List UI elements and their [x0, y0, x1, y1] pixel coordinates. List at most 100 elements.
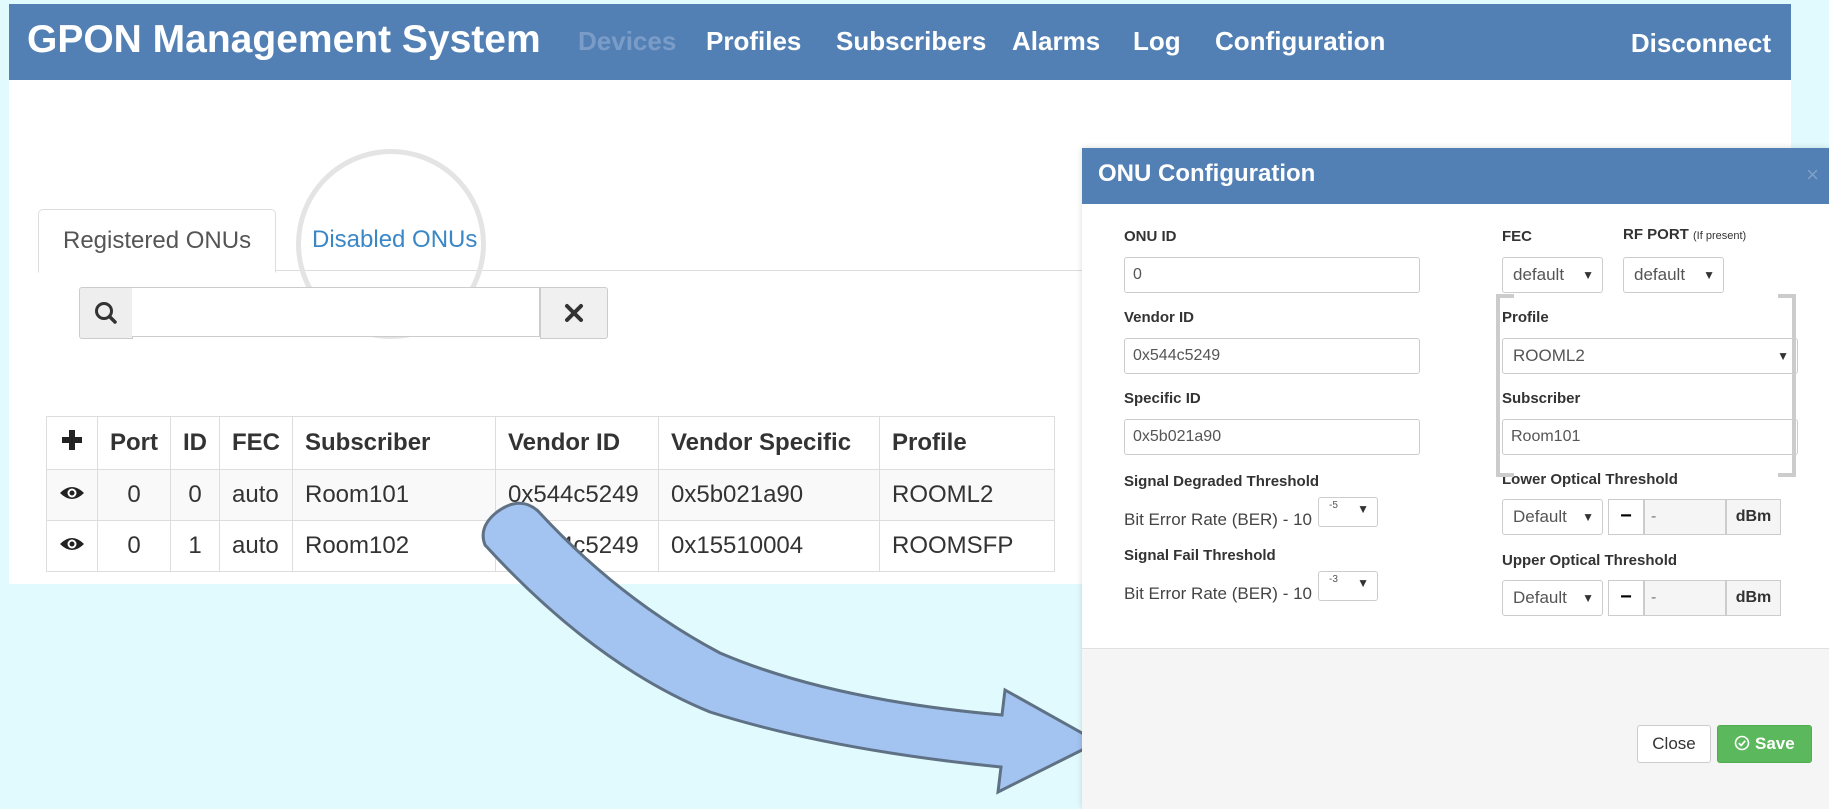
- cell-port: 0: [97, 520, 171, 572]
- onu-id-field[interactable]: 0: [1124, 257, 1420, 293]
- modal-footer: Close Save: [1082, 648, 1829, 809]
- rf-port-label: RF PORT (If present): [1623, 226, 1746, 243]
- sf-exponent-value: -3: [1329, 574, 1338, 585]
- sf-exponent-select[interactable]: -3 ▼: [1318, 571, 1378, 601]
- table-row[interactable]: 0 0 auto Room101 0x544c5249 0x5b021a90 R…: [46, 469, 1055, 521]
- plus-icon: [62, 429, 82, 450]
- cell-vendor-id: 0x544c5249: [495, 469, 659, 521]
- vendor-id-label: Vendor ID: [1124, 309, 1195, 326]
- add-onu-button[interactable]: [46, 416, 98, 470]
- table-header-row: Port ID FEC Subscriber Vendor ID Vendor …: [46, 416, 1055, 470]
- cell-fec: auto: [219, 520, 293, 572]
- eye-icon: [60, 538, 84, 550]
- table-row[interactable]: 0 1 auto Room102 0x544c5249 0x15510004 R…: [46, 520, 1055, 572]
- lower-mode-value: Default: [1513, 507, 1567, 526]
- search-input[interactable]: [132, 287, 540, 337]
- view-onu-button[interactable]: [46, 469, 98, 521]
- col-subscriber: Subscriber: [292, 416, 496, 470]
- sd-exponent-value: -5: [1329, 500, 1338, 511]
- nav-devices[interactable]: Devices: [578, 26, 676, 57]
- clear-search-button[interactable]: [540, 287, 608, 339]
- col-fec: FEC: [219, 416, 293, 470]
- cell-port: 0: [97, 469, 171, 521]
- cell-id: 0: [170, 469, 220, 521]
- specific-id-field[interactable]: 0x5b021a90: [1124, 419, 1420, 455]
- rf-port-hint: (If present): [1693, 230, 1747, 242]
- tab-registered-onus[interactable]: Registered ONUs: [38, 209, 277, 273]
- signal-fail-label: Signal Fail Threshold: [1124, 547, 1276, 564]
- rf-port-text: RF PORT: [1623, 226, 1689, 243]
- nav-alarms[interactable]: Alarms: [1012, 26, 1100, 57]
- search-group: [79, 287, 609, 339]
- onu-table: Port ID FEC Subscriber Vendor ID Vendor …: [46, 416, 1055, 572]
- col-id: ID: [170, 416, 220, 470]
- cell-id: 1: [170, 520, 220, 572]
- lower-mode-select[interactable]: Default ▼: [1502, 499, 1603, 535]
- disconnect-link[interactable]: Disconnect: [1631, 28, 1771, 59]
- upper-threshold-input[interactable]: -: [1644, 580, 1726, 616]
- col-profile: Profile: [879, 416, 1055, 470]
- save-button[interactable]: Save: [1717, 725, 1812, 763]
- chevron-down-icon: ▼: [1582, 268, 1594, 282]
- chevron-down-icon: ▼: [1357, 576, 1369, 590]
- col-vendor-id: Vendor ID: [495, 416, 659, 470]
- nav-log[interactable]: Log: [1133, 26, 1181, 57]
- profile-select[interactable]: ROOML2 ▼: [1502, 338, 1798, 374]
- modal-title: ONU Configuration: [1098, 160, 1316, 187]
- upper-mode-select[interactable]: Default ▼: [1502, 580, 1603, 616]
- profile-value: ROOML2: [1513, 346, 1585, 365]
- upper-minus-button[interactable]: −: [1608, 580, 1644, 616]
- upper-mode-value: Default: [1513, 588, 1567, 607]
- rf-port-select[interactable]: default ▼: [1623, 257, 1724, 293]
- sd-exponent-select[interactable]: -5 ▼: [1318, 497, 1378, 527]
- close-icon: [565, 304, 583, 322]
- specific-id-label: Specific ID: [1124, 390, 1201, 407]
- chevron-down-icon: ▼: [1703, 268, 1715, 282]
- signal-degraded-label: Signal Degraded Threshold: [1124, 473, 1320, 490]
- chevron-down-icon: ▼: [1582, 591, 1594, 605]
- eye-icon: [60, 487, 84, 499]
- sf-ber-text: Bit Error Rate (BER) - 10: [1124, 584, 1312, 603]
- chevron-down-icon: ▼: [1582, 510, 1594, 524]
- close-button[interactable]: Close: [1637, 725, 1711, 763]
- lower-threshold-input[interactable]: -: [1644, 499, 1726, 535]
- lower-minus-button[interactable]: −: [1608, 499, 1644, 535]
- brand-title: GPON Management System: [27, 18, 541, 61]
- search-addon: [79, 287, 133, 339]
- cell-vendor-id: 0x544c5249: [495, 520, 659, 572]
- fec-value: default: [1513, 265, 1565, 284]
- highlight-bracket-right: [1778, 294, 1796, 477]
- cell-subscriber: Room102: [292, 520, 496, 572]
- fec-select[interactable]: default ▼: [1502, 257, 1603, 293]
- cell-vendor-specific: 0x15510004: [658, 520, 880, 572]
- cell-profile: ROOMSFP: [879, 520, 1055, 572]
- nav-subscribers[interactable]: Subscribers: [836, 26, 986, 57]
- onu-configuration-modal: ONU Configuration × ONU ID 0 Vendor ID 0…: [1082, 148, 1829, 809]
- rf-port-value: default: [1634, 265, 1686, 284]
- upper-threshold-label: Upper Optical Threshold: [1502, 552, 1678, 569]
- onu-id-label: ONU ID: [1124, 228, 1177, 245]
- chevron-down-icon: ▼: [1357, 502, 1369, 516]
- highlight-bracket-left: [1496, 294, 1514, 477]
- vendor-id-field[interactable]: 0x544c5249: [1124, 338, 1420, 374]
- nav-configuration[interactable]: Configuration: [1215, 26, 1385, 57]
- fec-label: FEC: [1502, 228, 1532, 245]
- sd-ber-text: Bit Error Rate (BER) - 10: [1124, 510, 1312, 529]
- view-onu-button[interactable]: [46, 520, 98, 572]
- lower-unit: dBm: [1726, 499, 1781, 535]
- save-label: Save: [1755, 734, 1795, 753]
- col-port: Port: [97, 416, 171, 470]
- cell-profile: ROOML2: [879, 469, 1055, 521]
- nav-profiles[interactable]: Profiles: [706, 26, 801, 57]
- cell-fec: auto: [219, 469, 293, 521]
- navbar: GPON Management System Devices Profiles …: [9, 4, 1791, 80]
- upper-unit: dBm: [1726, 580, 1781, 616]
- lower-threshold-label: Lower Optical Threshold: [1502, 471, 1678, 488]
- col-vendor-specific: Vendor Specific: [658, 416, 880, 470]
- cell-subscriber: Room101: [292, 469, 496, 521]
- cell-vendor-specific: 0x5b021a90: [658, 469, 880, 521]
- modal-close-icon[interactable]: ×: [1806, 162, 1819, 188]
- modal-header: ONU Configuration ×: [1082, 148, 1829, 204]
- search-icon: [95, 302, 117, 324]
- subscriber-field[interactable]: Room101: [1502, 419, 1798, 455]
